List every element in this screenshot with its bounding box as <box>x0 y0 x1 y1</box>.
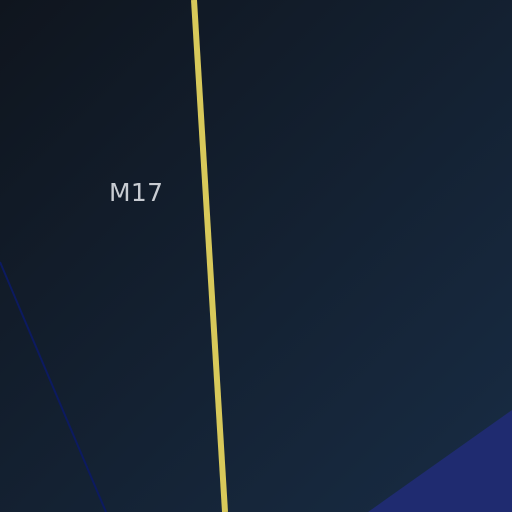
object-label-m17[interactable]: M17 <box>109 178 163 208</box>
constellation-boundary-line <box>0 261 107 512</box>
meridian-line <box>191 0 228 512</box>
region-fill <box>368 410 512 512</box>
map-layer <box>0 0 512 512</box>
sky-map[interactable]: M17 <box>0 0 512 512</box>
